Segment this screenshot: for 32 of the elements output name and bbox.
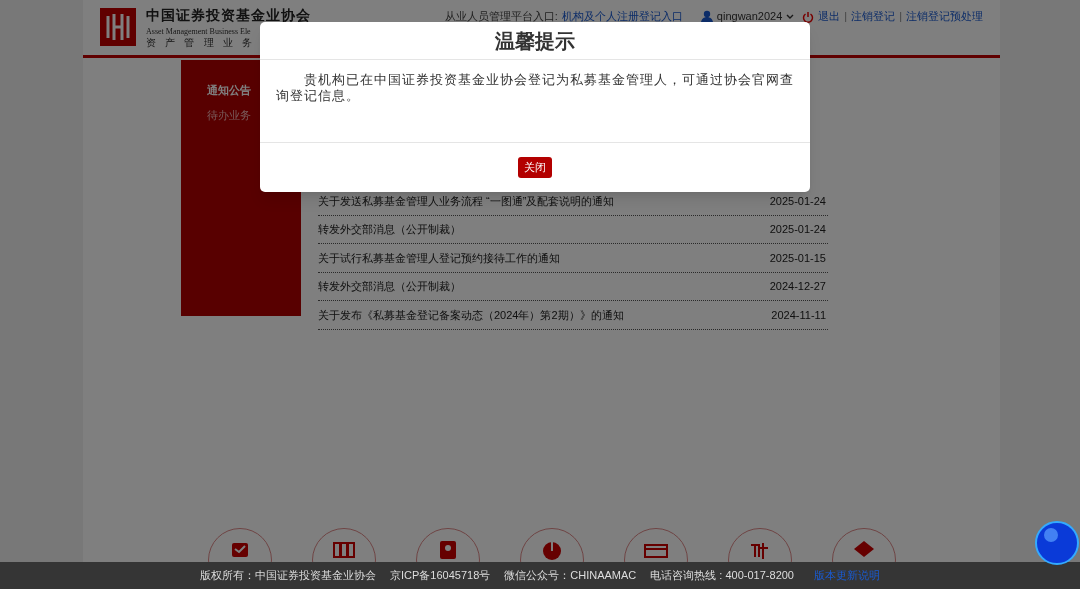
portal-label: 从业人员管理平台入口: — [444, 10, 558, 23]
header-link[interactable]: 退出 — [818, 10, 841, 23]
close-button[interactable]: 关闭 — [518, 157, 552, 178]
org-tagline: 资 产 管 理 业 务 — [146, 38, 255, 48]
notice-link[interactable]: 关于试行私募基金管理人登记预约接待工作的通知 — [318, 249, 560, 266]
notice-link[interactable]: 转发外交部消息（公开制裁） — [318, 278, 461, 295]
org-name: 中国证券投资基金业协会 — [146, 8, 311, 22]
org-name-en: Asset Management Business Ele — [146, 28, 251, 36]
footer-text: 京ICP备16045718号 — [390, 568, 491, 584]
separator: | — [844, 10, 848, 23]
dialog-message: 贵机构已在中国证券投资基金业协会登记为私募基金管理人，可通过协会官网查询登记信息。 — [276, 72, 794, 104]
orb-icon[interactable] — [1035, 521, 1079, 565]
separator: | — [899, 10, 902, 23]
notice-link[interactable]: 关于发送私募基金管理人业务流程 “一图通”及配套说明的通知 — [318, 192, 615, 209]
header-link[interactable]: 注销登记预处理 — [906, 10, 983, 23]
footer-text: 电话咨询热线 : 400-017-8200 — [650, 568, 794, 584]
logo-icon — [100, 8, 136, 46]
footer-text: 版权所有：中国证券投资基金业协会 — [200, 568, 376, 584]
footer-text: 微信公众号：CHINAAMAC — [504, 568, 637, 584]
notice-date: 2025-01-15 — [769, 250, 826, 266]
notice-date: 2024-11-11 — [771, 307, 826, 323]
notice-link[interactable]: 转发外交部消息（公开制裁） — [318, 221, 461, 238]
notice-date: 2024-12-27 — [769, 279, 826, 294]
power-icon — [802, 10, 815, 23]
notice-date: 2025-01-24 — [769, 193, 826, 209]
chevron-down-icon — [786, 13, 795, 20]
portal-link[interactable]: 机构及个人注册登记入口 — [561, 10, 683, 23]
notice-link[interactable]: 关于发布《私募基金登记备案动态（2024年）第2期）》的通知 — [318, 306, 624, 323]
dialog-title: 温馨提示 — [495, 28, 575, 54]
header-link[interactable]: 注销登记 — [851, 10, 896, 23]
username[interactable]: qingwan2024 — [716, 10, 783, 23]
notice-date: 2025-01-24 — [769, 222, 826, 237]
